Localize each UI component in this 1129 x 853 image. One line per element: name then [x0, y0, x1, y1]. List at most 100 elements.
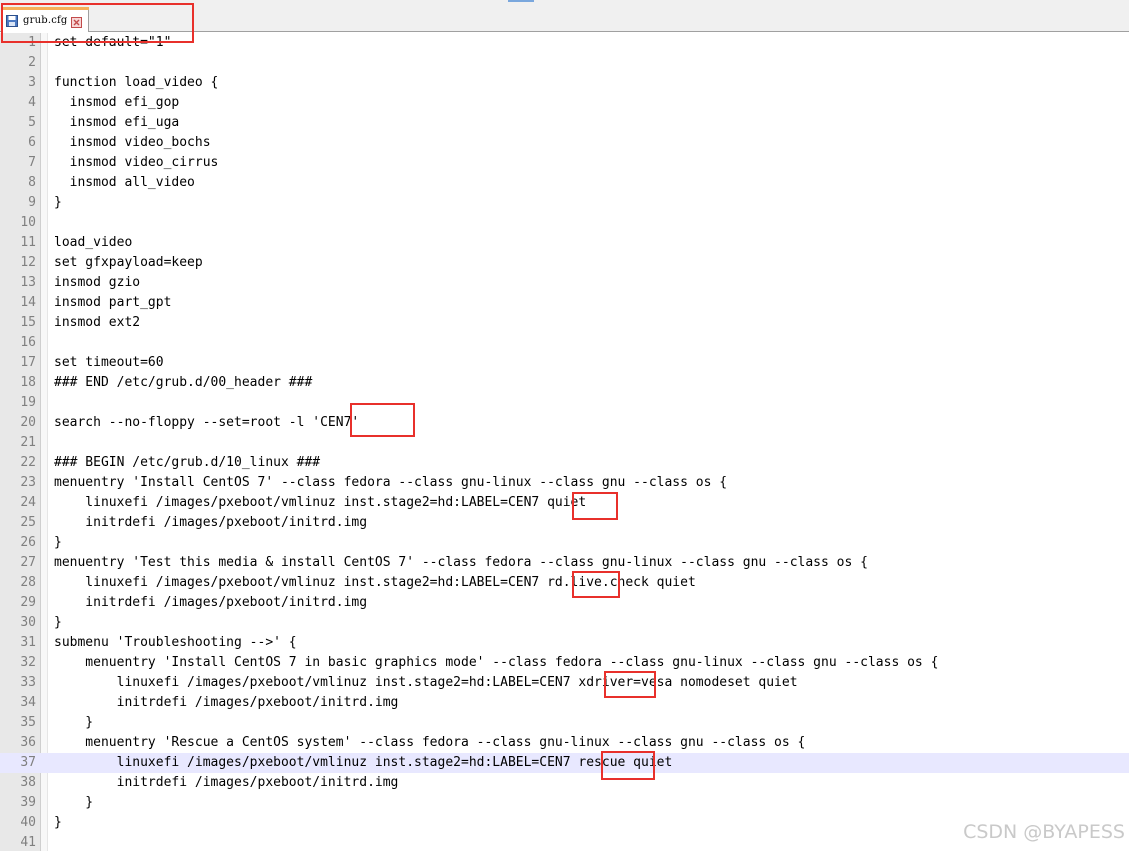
code-line[interactable]: 31 submenu 'Troubleshooting -->' {	[0, 633, 1129, 653]
line-number: 14	[20, 295, 36, 310]
line-number: 7	[28, 155, 36, 170]
code-text: insmod all_video	[54, 175, 195, 190]
code-line[interactable]: 23 menuentry 'Install CentOS 7' --class f…	[0, 473, 1129, 493]
code-text: ### BEGIN /etc/grub.d/10_linux ###	[54, 455, 321, 470]
close-icon[interactable]	[70, 15, 82, 28]
code-text: ### END /etc/grub.d/00_header ###	[54, 375, 313, 390]
line-number: 12	[20, 255, 36, 270]
code-line[interactable]: 14 insmod part_gpt	[0, 293, 1129, 313]
code-text: linuxefi /images/pxeboot/vmlinuz inst.st…	[54, 575, 696, 590]
code-line[interactable]: 28 linuxefi /images/pxeboot/vmlinuz inst…	[0, 573, 1129, 593]
code-line[interactable]: 13 insmod gzio	[0, 273, 1129, 293]
line-number: 38	[20, 775, 36, 790]
line-number: 21	[20, 435, 36, 450]
code-text: set gfxpayload=keep	[54, 255, 203, 270]
line-number: 24	[20, 495, 36, 510]
line-number: 29	[20, 595, 36, 610]
code-line[interactable]: 26}	[0, 533, 1129, 553]
line-number: 22	[20, 455, 36, 470]
line-number: 4	[28, 95, 36, 110]
code-line[interactable]: 16	[0, 333, 1129, 353]
code-line[interactable]: 39 }	[0, 793, 1129, 813]
code-line[interactable]: 18 ### END /etc/grub.d/00_header ###	[0, 373, 1129, 393]
code-line[interactable]: 20 search --no-floppy --set=root -l 'CEN7…	[0, 413, 1129, 433]
code-line[interactable]: 19	[0, 393, 1129, 413]
code-line[interactable]: 8 insmod all_video	[0, 173, 1129, 193]
code-text: insmod ext2	[54, 315, 141, 330]
code-line[interactable]: 37 linuxefi /images/pxeboot/vmlinuz inst…	[0, 753, 1129, 773]
line-number: 15	[20, 315, 36, 330]
code-text: linuxefi /images/pxeboot/vmlinuz inst.st…	[54, 755, 673, 770]
code-line[interactable]: 9}	[0, 193, 1129, 213]
code-line[interactable]: 21	[0, 433, 1129, 453]
line-number: 11	[20, 235, 36, 250]
line-number: 35	[20, 715, 36, 730]
code-line[interactable]: 10	[0, 213, 1129, 233]
code-text: insmod video_bochs	[54, 135, 211, 150]
line-number: 34	[20, 695, 36, 710]
code-text: insmod efi_uga	[54, 115, 180, 130]
line-number: 18	[20, 375, 36, 390]
code-line[interactable]: 34 initrdefi /images/pxeboot/initrd.img	[0, 693, 1129, 713]
code-line[interactable]: 3 function load_video {	[0, 73, 1129, 93]
code-lines: 1 set default="1" 2 3 function load_video {4…	[0, 33, 1129, 853]
line-number: 31	[20, 635, 36, 650]
code-line[interactable]: 12 set gfxpayload=keep	[0, 253, 1129, 273]
code-line[interactable]: 6 insmod video_bochs	[0, 133, 1129, 153]
line-number: 36	[20, 735, 36, 750]
line-number: 17	[20, 355, 36, 370]
code-text: initrdefi /images/pxeboot/initrd.img	[54, 515, 368, 530]
code-line[interactable]: 29 initrdefi /images/pxeboot/initrd.img	[0, 593, 1129, 613]
code-line[interactable]: 22 ### BEGIN /etc/grub.d/10_linux ###	[0, 453, 1129, 473]
code-line[interactable]: 17 set timeout=60	[0, 353, 1129, 373]
line-number: 41	[20, 835, 36, 850]
code-text: load_video	[54, 235, 133, 250]
code-line[interactable]: 41	[0, 833, 1129, 853]
code-text: }	[54, 795, 94, 810]
code-line[interactable]: 1 set default="1"	[0, 33, 1129, 53]
title-accent	[508, 0, 534, 2]
code-text: insmod video_cirrus	[54, 155, 219, 170]
code-text: function load_video {	[54, 75, 219, 90]
editor[interactable]: 1 set default="1" 2 3 function load_video {4…	[0, 33, 1129, 851]
code-line[interactable]: 15 insmod ext2	[0, 313, 1129, 333]
code-text: }	[54, 615, 62, 630]
code-text: set default="1"	[54, 35, 172, 50]
tab-label: grub.cfg	[23, 14, 68, 26]
code-line[interactable]: 7 insmod video_cirrus	[0, 153, 1129, 173]
code-line[interactable]: 36 menuentry 'Rescue a CentOS system' --…	[0, 733, 1129, 753]
line-number: 39	[20, 795, 36, 810]
code-text: menuentry 'Install CentOS 7' --class fed…	[54, 475, 728, 490]
line-number: 2	[28, 55, 36, 70]
code-text: initrdefi /images/pxeboot/initrd.img	[54, 695, 399, 710]
code-line[interactable]: 35 }	[0, 713, 1129, 733]
code-text: linuxefi /images/pxeboot/vmlinuz inst.st…	[54, 675, 798, 690]
code-text: }	[54, 715, 94, 730]
line-number: 13	[20, 275, 36, 290]
code-line[interactable]: 24 linuxefi /images/pxeboot/vmlinuz inst…	[0, 493, 1129, 513]
line-number: 8	[28, 175, 36, 190]
code-line[interactable]: 30}	[0, 613, 1129, 633]
code-text: }	[54, 535, 62, 550]
code-line[interactable]: 11 load_video	[0, 233, 1129, 253]
code-line[interactable]: 25 initrdefi /images/pxeboot/initrd.img	[0, 513, 1129, 533]
code-line[interactable]: 38 initrdefi /images/pxeboot/initrd.img	[0, 773, 1129, 793]
line-number: 33	[20, 675, 36, 690]
code-text: search --no-floppy --set=root -l 'CEN7'	[54, 415, 360, 430]
code-text: submenu 'Troubleshooting -->' {	[54, 635, 297, 650]
code-text: menuentry 'Test this media & install Cen…	[54, 555, 868, 570]
code-text: linuxefi /images/pxeboot/vmlinuz inst.st…	[54, 495, 587, 510]
code-line[interactable]: 4 insmod efi_gop	[0, 93, 1129, 113]
tab-bar: grub.cfg	[0, 0, 1129, 32]
save-icon	[6, 14, 18, 27]
code-line[interactable]: 27 menuentry 'Test this media & install C…	[0, 553, 1129, 573]
code-text: set timeout=60	[54, 355, 164, 370]
code-line[interactable]: 33 linuxefi /images/pxeboot/vmlinuz inst…	[0, 673, 1129, 693]
watermark: CSDN @BYAPESS	[963, 821, 1125, 843]
code-line[interactable]: 5 insmod efi_uga	[0, 113, 1129, 133]
code-line[interactable]: 32 menuentry 'Install CentOS 7 in basic …	[0, 653, 1129, 673]
code-line[interactable]: 40}	[0, 813, 1129, 833]
code-line[interactable]: 2	[0, 53, 1129, 73]
file-tab[interactable]: grub.cfg	[2, 7, 89, 32]
line-number: 16	[20, 335, 36, 350]
